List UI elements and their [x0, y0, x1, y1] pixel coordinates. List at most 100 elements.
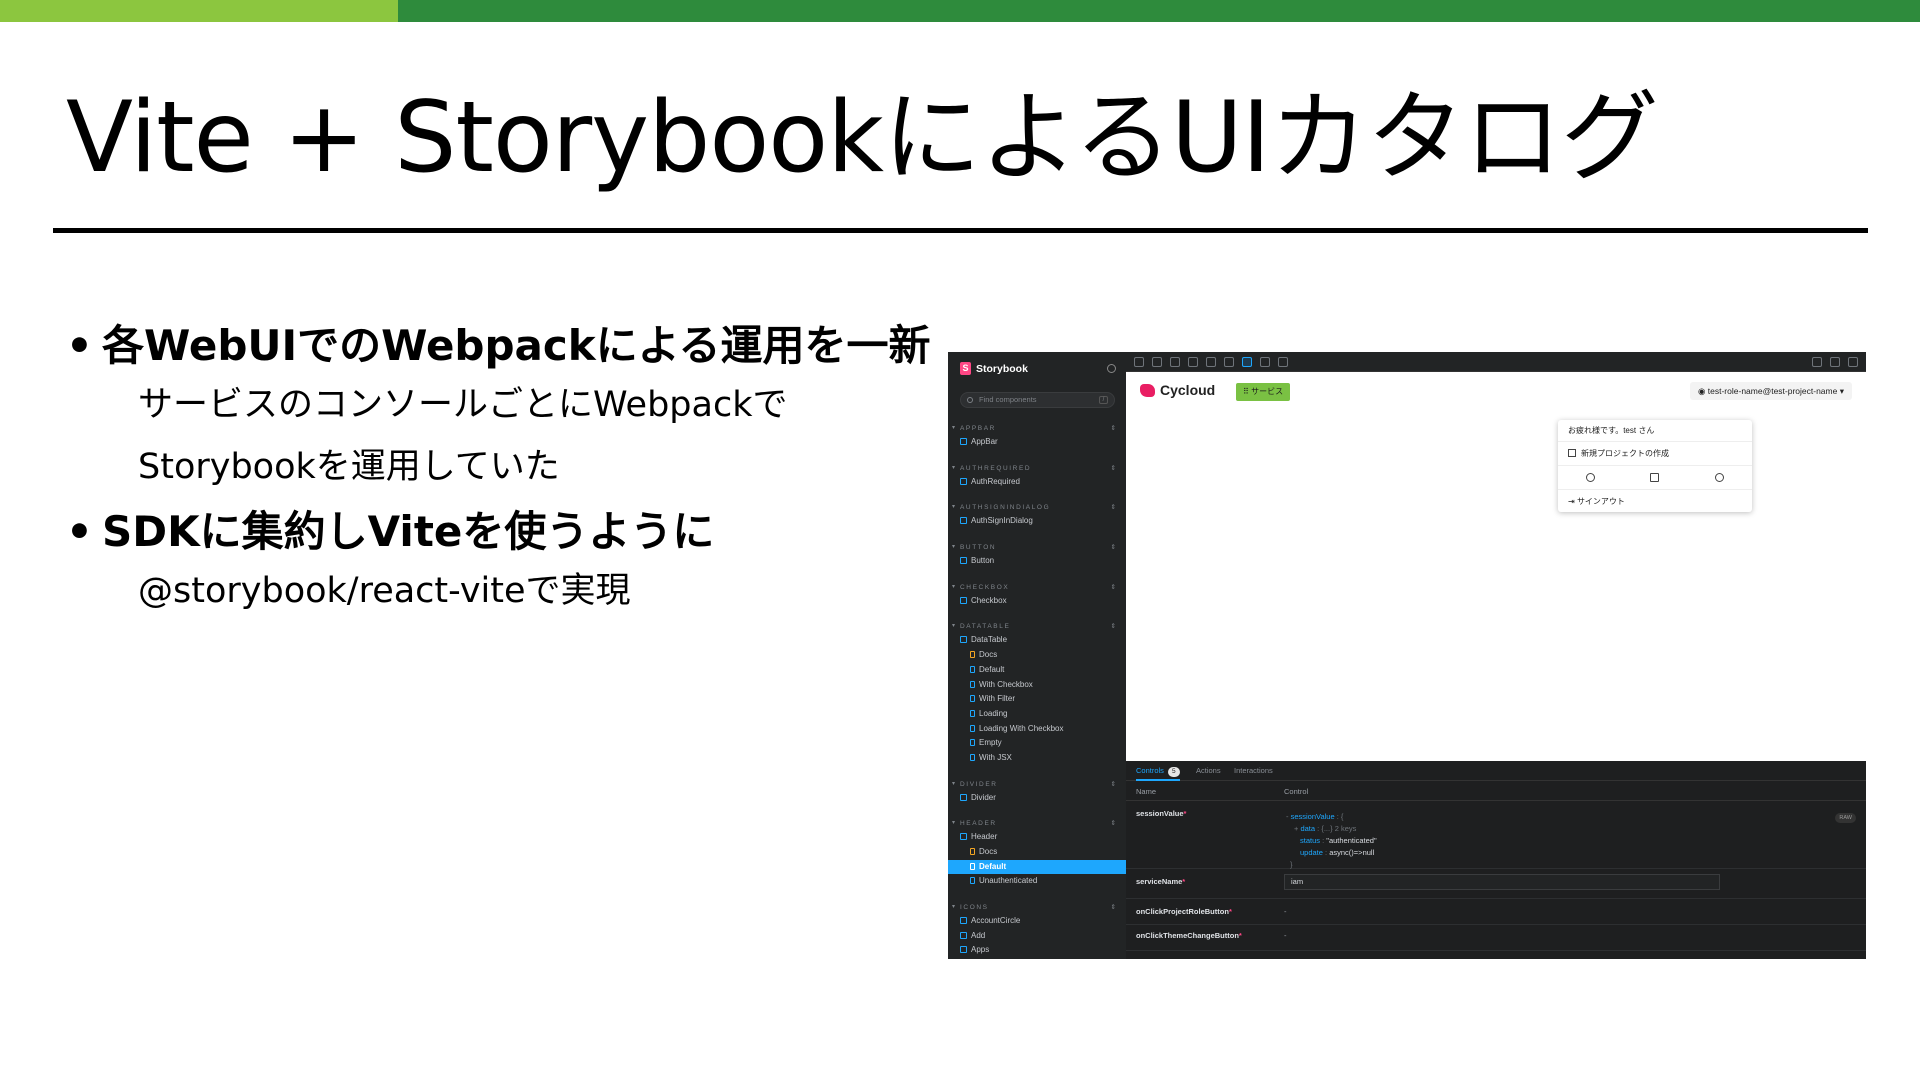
sidebar-group[interactable]: ICONS ⇕ — [948, 901, 1126, 914]
cycloud-logo[interactable]: Cycloud — [1140, 382, 1215, 398]
sidebar-group-label: HEADER — [960, 820, 997, 828]
sidebar-item[interactable]: Default — [948, 859, 1126, 875]
zoom-reset-icon[interactable] — [1188, 357, 1198, 367]
sign-out-label: サインアウト — [1576, 497, 1625, 506]
sidebar-item[interactable]: Loading — [948, 707, 1126, 722]
fullscreen-icon[interactable] — [1812, 357, 1822, 367]
sidebar-item[interactable]: Button — [948, 554, 1126, 569]
zoom-in-icon[interactable] — [1152, 357, 1162, 367]
sidebar-group-label: AUTHREQUIRED — [960, 464, 1032, 472]
expand-collapse-icon[interactable]: ⇕ — [1111, 422, 1116, 435]
sun-icon[interactable] — [1585, 473, 1595, 482]
measure-icon[interactable] — [1242, 357, 1252, 367]
sidebar-item-label: Divider — [971, 792, 996, 802]
sidebar-item[interactable]: AppBar — [948, 435, 1126, 450]
search-input[interactable]: Find components / — [960, 392, 1115, 408]
status-value: "authenticated" — [1326, 836, 1377, 845]
sidebar-item[interactable]: DataTable — [948, 633, 1126, 648]
bookmark-icon — [970, 753, 975, 761]
add-project-icon — [1568, 449, 1576, 457]
sidebar-group[interactable]: BUTTON ⇕ — [948, 541, 1126, 554]
control-name: onClickProjectRoleButton* — [1136, 907, 1232, 916]
sidebar-item-label: Docs — [979, 847, 998, 856]
sidebar-group[interactable]: AUTHREQUIRED ⇕ — [948, 462, 1126, 475]
service-button[interactable]: ⠿ サービス — [1236, 383, 1291, 401]
bookmark-icon — [970, 739, 975, 747]
expand-collapse-icon[interactable]: ⇕ — [1111, 501, 1116, 514]
sidebar-group[interactable]: DIVIDER ⇕ — [948, 778, 1126, 791]
sidebar-item[interactable]: Apps — [948, 943, 1126, 958]
accent-bar-light — [0, 0, 398, 22]
sidebar-item[interactable]: Add — [948, 929, 1126, 944]
control-row-theme-change: onClickThemeChangeButton* - — [1126, 925, 1866, 951]
sidebar-item-label: With Checkbox — [979, 679, 1033, 689]
expand-collapse-icon[interactable]: ⇕ — [1111, 541, 1116, 554]
sidebar-item[interactable]: AuthSignInDialog — [948, 514, 1126, 529]
sidebar-item-label: Docs — [979, 650, 998, 660]
moon-icon[interactable] — [1715, 473, 1725, 482]
cycloud-logo-text: Cycloud — [1160, 382, 1216, 398]
bullet-list: • 各WebUIでのWebpackによる運用を一新 サービスのコンソールごとにW… — [66, 318, 930, 622]
menu-item-sign-out[interactable]: ⇥ サインアウト — [1558, 490, 1752, 514]
bookmark-icon — [970, 862, 975, 870]
background-icon[interactable] — [1224, 357, 1234, 367]
storybook-brand-label: Storybook — [976, 362, 1028, 375]
system-theme-icon[interactable] — [1650, 473, 1660, 482]
sidebar-item[interactable]: Header — [948, 830, 1126, 845]
sidebar-item-label: Empty — [979, 738, 1002, 748]
storybook-logo-icon: S — [960, 362, 971, 375]
open-new-tab-icon[interactable] — [1830, 357, 1840, 367]
sidebar-item[interactable]: Divider — [948, 791, 1126, 806]
sidebar-item[interactable]: With Checkbox — [948, 678, 1126, 693]
expand-collapse-icon[interactable]: ⇕ — [1111, 581, 1116, 594]
sidebar-group[interactable]: CHECKBOX ⇕ — [948, 581, 1126, 594]
sidebar-item[interactable]: AccountCircle — [948, 914, 1126, 929]
zoom-out-icon[interactable] — [1170, 357, 1180, 367]
sidebar-item-label: Default — [979, 664, 1005, 674]
control-row-project-role: onClickProjectRoleButton* - — [1126, 899, 1866, 925]
sidebar-item-label: DataTable — [971, 635, 1008, 645]
bookmark-icon — [970, 877, 975, 885]
sidebar-item[interactable]: With JSX — [948, 751, 1126, 766]
reload-icon[interactable] — [1134, 357, 1144, 367]
service-name-input[interactable]: iam — [1284, 874, 1720, 890]
sidebar-group[interactable]: APPBAR ⇕ — [948, 422, 1126, 435]
required-marker: * — [1182, 877, 1186, 886]
session-object-editor[interactable]: - sessionValue : { + data : {...} 2 keys… — [1286, 811, 1377, 871]
viewport-icon[interactable] — [1278, 357, 1288, 367]
sidebar-item[interactable]: With Filter — [948, 692, 1126, 707]
bookmark-icon — [970, 665, 975, 673]
controls-header: Name Control — [1126, 781, 1866, 801]
menu-item-new-project[interactable]: 新規プロジェクトの作成 — [1558, 442, 1752, 466]
copy-link-icon[interactable] — [1848, 357, 1858, 367]
storybook-brand[interactable]: S Storybook — [960, 362, 1028, 375]
sidebar-group-label: AUTHSIGNINDIALOG — [960, 504, 1051, 512]
tab-interactions[interactable]: Interactions — [1234, 761, 1273, 781]
data-key: data — [1300, 824, 1316, 833]
sidebar-group[interactable]: AUTHSIGNINDIALOG ⇕ — [948, 501, 1126, 514]
sidebar-item[interactable]: AuthRequired — [948, 475, 1126, 490]
tab-actions[interactable]: Actions — [1196, 761, 1221, 781]
expand-collapse-icon[interactable]: ⇕ — [1111, 778, 1116, 791]
raw-toggle-button[interactable]: RAW — [1835, 813, 1856, 823]
sidebar-item[interactable]: Empty — [948, 736, 1126, 751]
sidebar-item[interactable]: Docs — [948, 845, 1126, 860]
tab-controls[interactable]: Controls 5 — [1136, 761, 1180, 781]
control-name-text: onClickThemeChangeButton — [1136, 931, 1239, 940]
sidebar-item[interactable]: Checkbox — [948, 594, 1126, 609]
sidebar-item-label: Loading With Checkbox — [979, 723, 1064, 733]
sidebar-item[interactable]: Default — [948, 663, 1126, 678]
expand-collapse-icon[interactable]: ⇕ — [1111, 901, 1116, 914]
grid-icon[interactable] — [1206, 357, 1216, 367]
expand-collapse-icon[interactable]: ⇕ — [1111, 462, 1116, 475]
user-menu-button[interactable]: ◉ test-role-name@test-project-name ▾ — [1690, 382, 1852, 400]
outline-icon[interactable] — [1260, 357, 1270, 367]
gear-icon[interactable] — [1107, 364, 1116, 373]
sidebar-item[interactable]: Loading With Checkbox — [948, 722, 1126, 737]
expand-collapse-icon[interactable]: ⇕ — [1111, 620, 1116, 633]
expand-collapse-icon[interactable]: ⇕ — [1111, 817, 1116, 830]
sidebar-item[interactable]: Unauthenticated — [948, 874, 1126, 889]
sidebar-item[interactable]: Docs — [948, 648, 1126, 663]
sidebar-group[interactable]: DATATABLE ⇕ — [948, 620, 1126, 633]
sidebar-group[interactable]: HEADER ⇕ — [948, 817, 1126, 830]
